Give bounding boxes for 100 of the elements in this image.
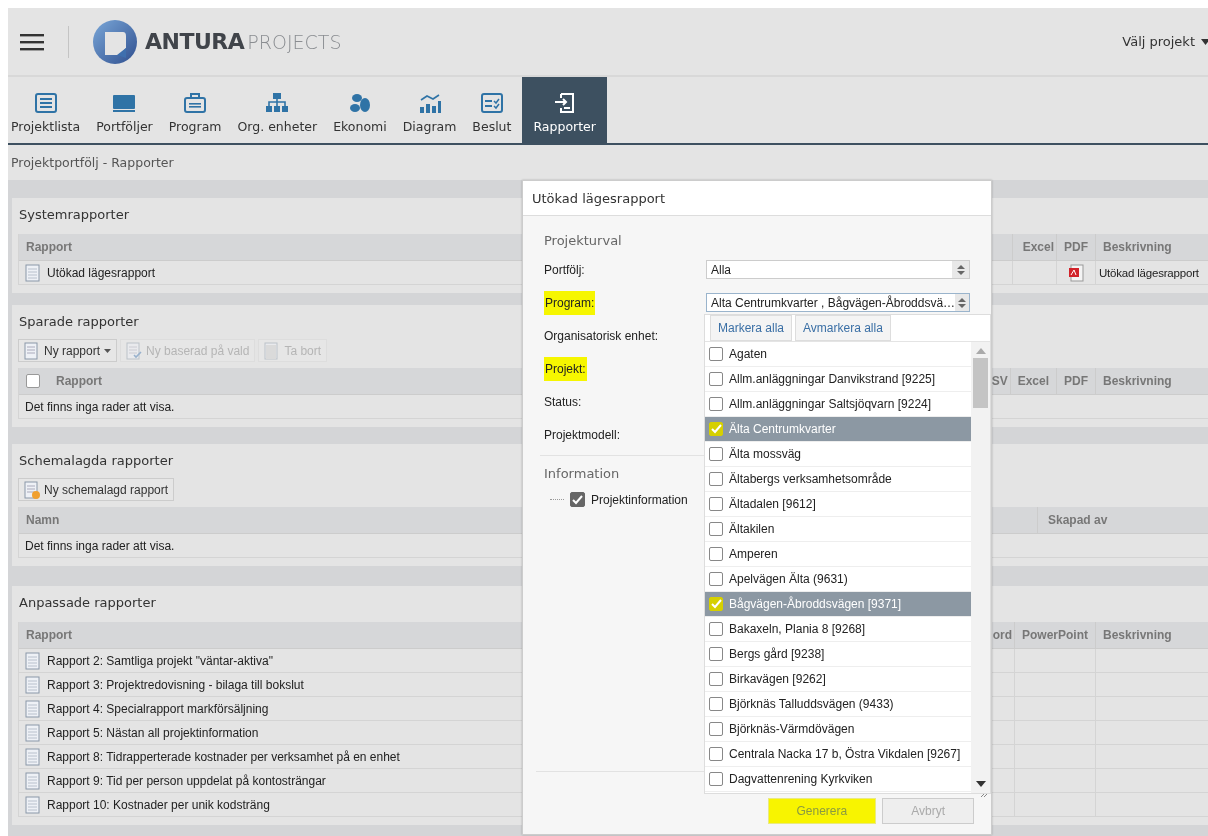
option-item[interactable]: Ältadalen [9612] bbox=[705, 492, 971, 517]
nav-tab[interactable]: Portföljer bbox=[91, 77, 158, 143]
option-item[interactable]: Ältakilen bbox=[705, 517, 971, 542]
checkbox[interactable] bbox=[709, 447, 723, 461]
panel-title: Sparade rapporter bbox=[18, 313, 139, 331]
field-label: Projekt: bbox=[544, 356, 587, 381]
option-item[interactable]: Bakaxeln, Plania 8 [9268] bbox=[705, 617, 971, 642]
nav-icon bbox=[183, 92, 208, 114]
nav-tab[interactable]: Program bbox=[163, 77, 227, 143]
report-name[interactable]: Rapport 2: Samtliga projekt "väntar-aktiva" bbox=[47, 653, 273, 668]
select-field[interactable]: Alla bbox=[706, 260, 970, 279]
checkbox[interactable] bbox=[709, 572, 723, 586]
section-heading: Information bbox=[544, 466, 620, 483]
field-label: Status: bbox=[544, 393, 582, 411]
checkbox[interactable] bbox=[709, 647, 723, 661]
toolbar-button[interactable]: Ny rapport bbox=[18, 339, 118, 362]
checkbox[interactable] bbox=[570, 492, 585, 507]
dialog-title: Utökad lägesrapport bbox=[532, 190, 666, 206]
nav-tab[interactable]: Rapporter bbox=[522, 77, 607, 143]
option-item[interactable]: Ältabergs verksamhetsområde bbox=[705, 467, 971, 492]
nav-icon bbox=[33, 92, 58, 114]
option-item[interactable]: Dagvattenrening Kyrkviken bbox=[705, 767, 971, 792]
scroll-down-icon[interactable] bbox=[975, 781, 986, 787]
toolbar-button[interactable]: Ny schemalagd rapport bbox=[18, 478, 175, 501]
nav-icon bbox=[112, 92, 137, 114]
option-item[interactable]: Bergs gård [9238] bbox=[705, 642, 971, 667]
nav-icon bbox=[347, 92, 372, 114]
spinner-arrows-icon bbox=[958, 297, 967, 308]
section-heading: Projekturval bbox=[544, 233, 622, 250]
option-item[interactable]: Agaten bbox=[705, 342, 971, 367]
spinner-arrows-icon bbox=[956, 264, 965, 275]
checkbox[interactable] bbox=[709, 522, 723, 536]
report-name[interactable]: Rapport 10: Kostnader per unik kodsträng bbox=[47, 797, 270, 812]
report-name[interactable]: Rapport 3: Projektredovisning - bilaga till bokslut bbox=[47, 677, 304, 692]
checkbox[interactable] bbox=[709, 472, 723, 486]
column-header: Beskrivning bbox=[1095, 234, 1208, 261]
option-item[interactable]: Allm.anläggningar Danvikstrand [9225] bbox=[705, 367, 971, 392]
report-name[interactable]: Rapport 9: Tid per person uppdelat på kontosträngar bbox=[47, 773, 326, 788]
panel-title: Systemrapporter bbox=[18, 206, 130, 224]
checkbox[interactable] bbox=[709, 747, 723, 761]
checkbox[interactable] bbox=[709, 397, 723, 411]
report-name[interactable]: Rapport 8: Tidrapperterade kostnader per verksamhet på en enhet bbox=[47, 749, 400, 764]
checkbox[interactable] bbox=[709, 372, 723, 386]
field-label: Program: bbox=[544, 290, 596, 315]
select-all-checkbox[interactable] bbox=[26, 374, 40, 388]
nav-tab[interactable]: Beslut bbox=[467, 77, 517, 143]
field-label: Organisatorisk enhet: bbox=[544, 327, 659, 345]
select-all-button[interactable]: Markera alla bbox=[710, 315, 793, 341]
empty-message: Det finns inga rader att visa. bbox=[25, 538, 175, 553]
report-name[interactable]: Rapport 4: Specialrapport markförsäljning bbox=[47, 701, 269, 716]
scrollbar-thumb[interactable] bbox=[973, 358, 988, 408]
report-name[interactable]: Utökad lägesrapport bbox=[47, 265, 156, 280]
checkbox[interactable] bbox=[709, 672, 723, 686]
deselect-all-button[interactable]: Avmarkera alla bbox=[795, 315, 891, 341]
nav-icon bbox=[265, 92, 290, 114]
nav-tab[interactable]: Org. enheter bbox=[232, 77, 323, 143]
empty-message: Det finns inga rader att visa. bbox=[25, 399, 175, 414]
nav-icon bbox=[552, 92, 577, 114]
column-header: Excel bbox=[1011, 234, 1056, 261]
checkbox[interactable] bbox=[709, 497, 723, 511]
tree-item-label[interactable]: Projektinformation bbox=[591, 492, 688, 507]
nav-icon bbox=[417, 92, 442, 114]
report-description: Utökad lägesrapport bbox=[1099, 266, 1199, 279]
option-item[interactable]: Björknäs-Värmdövägen bbox=[705, 717, 971, 742]
column-header: PDF bbox=[1056, 234, 1095, 261]
select-field[interactable]: Alta Centrumkvarter , Bågvägen-Åbroddsvä… bbox=[706, 293, 970, 312]
column-header: Beskrivning bbox=[1095, 622, 1208, 649]
checkbox[interactable] bbox=[709, 722, 723, 736]
column-header: Beskrivning bbox=[1095, 368, 1208, 395]
logo-subtitle: PROJECTS bbox=[247, 30, 342, 53]
scrollbar[interactable] bbox=[971, 342, 990, 793]
logo-icon bbox=[91, 17, 139, 66]
column-header: Excel bbox=[1009, 368, 1056, 395]
project-picker[interactable]: Välj projekt bbox=[1122, 34, 1208, 49]
caret-icon bbox=[1201, 38, 1208, 45]
nav-icon bbox=[479, 92, 504, 114]
report-name[interactable]: Rapport 5: Nästan all projektinformation bbox=[47, 725, 259, 740]
panel-title: Anpassade rapporter bbox=[18, 594, 156, 612]
pdf-icon[interactable] bbox=[1067, 263, 1084, 282]
field-label: Projektmodell: bbox=[544, 426, 621, 444]
checkbox[interactable] bbox=[709, 347, 723, 361]
checkbox[interactable] bbox=[709, 697, 723, 711]
nav-tab[interactable]: Projektlista bbox=[8, 77, 86, 143]
scroll-up-icon[interactable] bbox=[975, 348, 986, 354]
option-item[interactable]: Birkavägen [9262] bbox=[705, 667, 971, 692]
checkbox[interactable] bbox=[709, 547, 723, 561]
nav-tab[interactable]: Ekonomi bbox=[328, 77, 392, 143]
option-item[interactable]: Centrala Nacka 17 b, Östra Vikdalen [9267] bbox=[705, 742, 971, 767]
column-header: PowerPoint bbox=[1014, 622, 1095, 649]
field-label: Portfölj: bbox=[544, 261, 585, 279]
breadcrumb: Projektportfölj - Rapporter bbox=[11, 155, 174, 170]
option-item[interactable]: Björknäs Talluddsvägen (9433) bbox=[705, 692, 971, 717]
menu-icon[interactable] bbox=[20, 32, 44, 51]
panel-title: Schemalagda rapporter bbox=[18, 452, 173, 470]
option-item[interactable]: Amperen bbox=[705, 542, 971, 567]
option-item[interactable]: Älta mossväg bbox=[705, 442, 971, 467]
nav-tab[interactable]: Diagram bbox=[397, 77, 462, 143]
column-header: PDF bbox=[1056, 368, 1095, 395]
checkbox[interactable] bbox=[709, 622, 723, 636]
checkbox[interactable] bbox=[709, 772, 723, 786]
